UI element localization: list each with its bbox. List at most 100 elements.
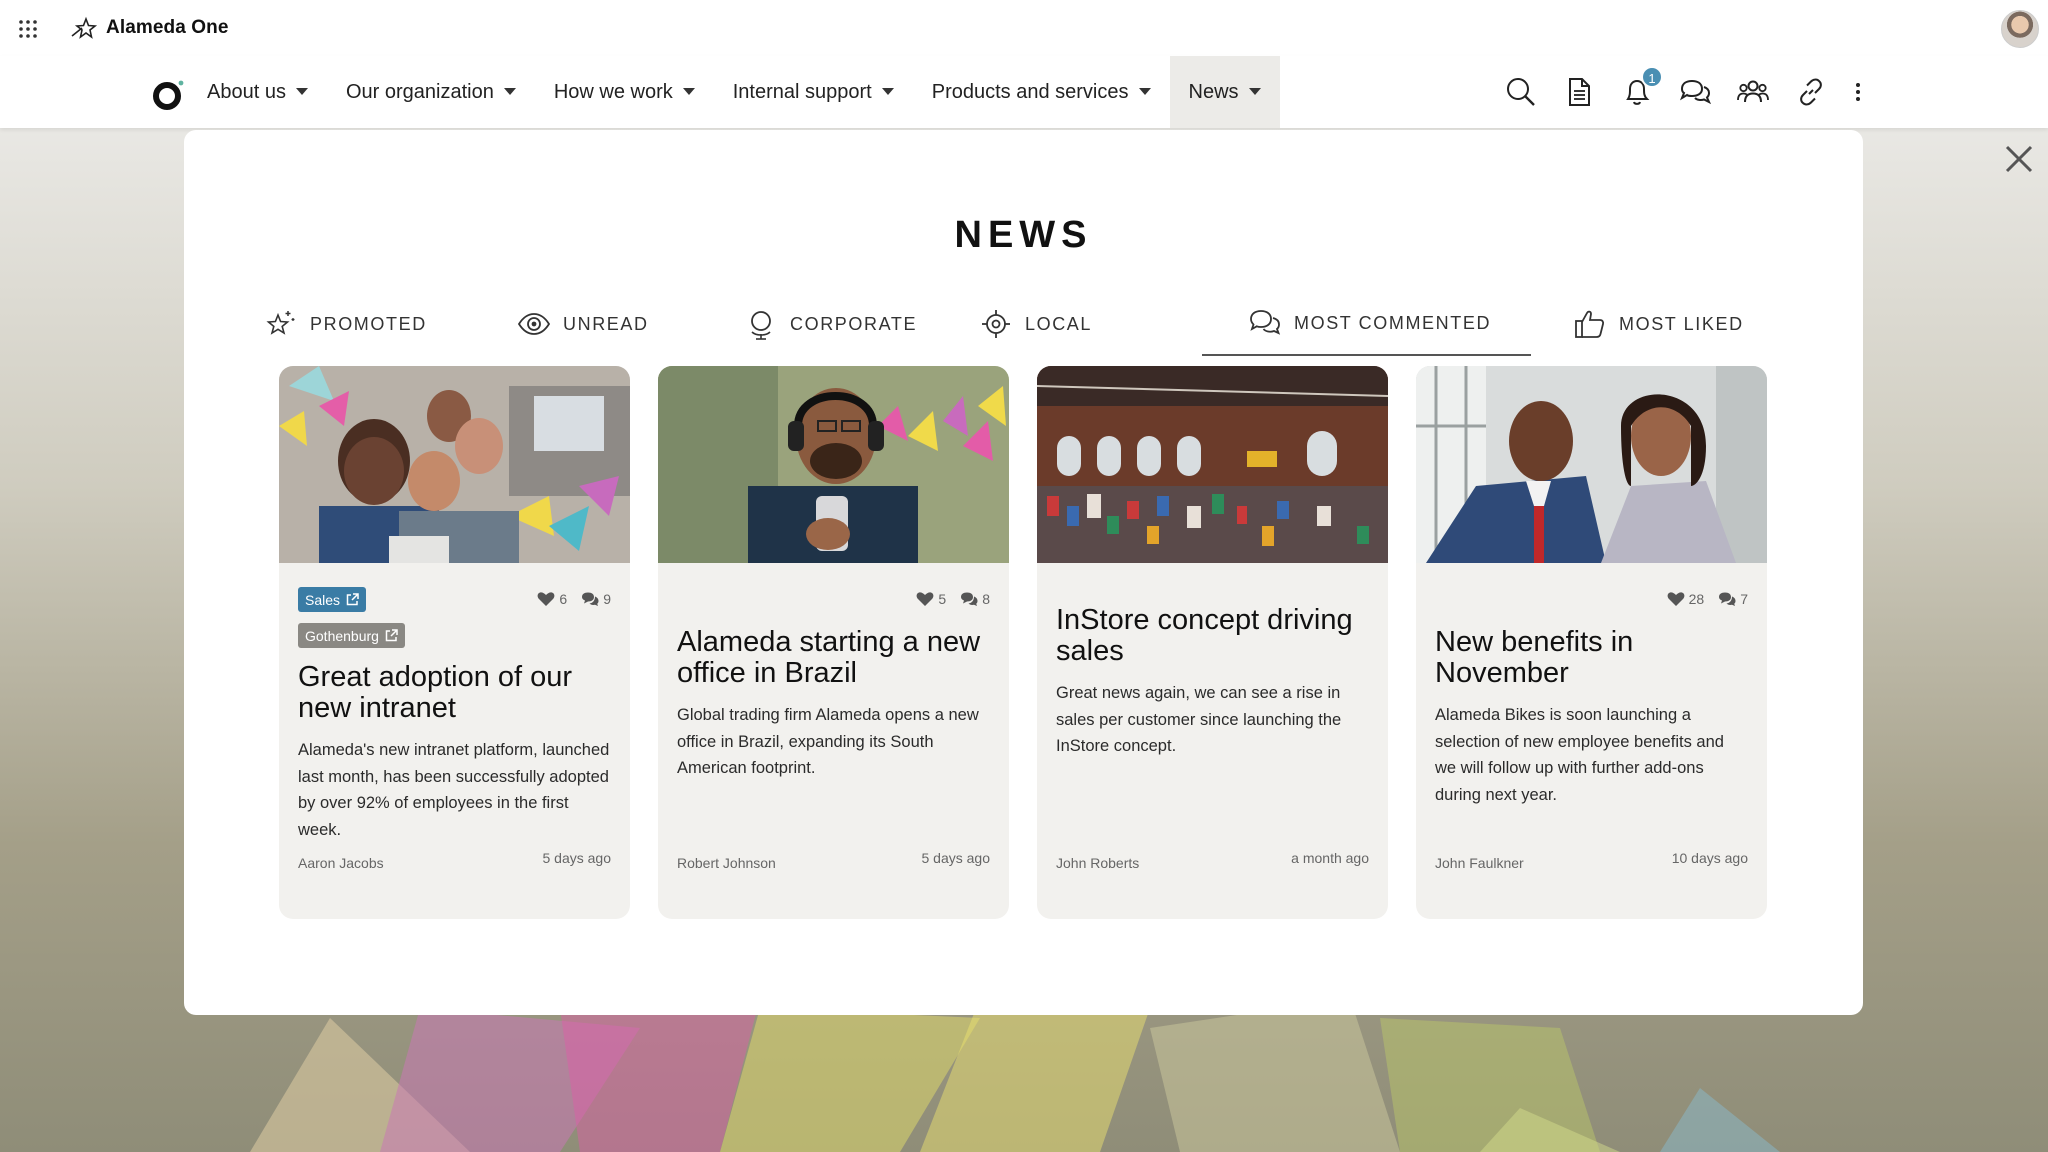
search-button[interactable] bbox=[1505, 76, 1537, 108]
people-icon bbox=[1737, 80, 1769, 103]
heart-icon bbox=[538, 592, 555, 606]
nav-item-label: How we work bbox=[553, 80, 673, 103]
nav-item-label: Products and services bbox=[931, 80, 1129, 103]
app-launcher-icon[interactable] bbox=[18, 19, 38, 39]
nav-item-about-us[interactable]: About us bbox=[188, 56, 327, 128]
globe-icon bbox=[751, 311, 771, 340]
news-card-author: John Roberts bbox=[1056, 855, 1140, 871]
news-card[interactable]: InStore concept driving sales Great news… bbox=[1037, 366, 1388, 919]
tag-gothenburg[interactable]: Gothenburg bbox=[298, 623, 405, 648]
link-icon bbox=[1800, 78, 1822, 106]
notifications-button[interactable]: 1 bbox=[1621, 66, 1663, 108]
notification-badge: 1 bbox=[1641, 66, 1663, 88]
comment-bubbles-icon bbox=[582, 592, 599, 606]
more-vertical-icon bbox=[1856, 83, 1860, 101]
news-card-author: Aaron Jacobs bbox=[298, 855, 384, 871]
more-button[interactable] bbox=[1853, 76, 1867, 108]
main-navigation: About us Our organization How we work In… bbox=[0, 56, 2048, 128]
user-avatar[interactable] bbox=[2001, 10, 2039, 48]
chat-icon bbox=[1679, 79, 1712, 105]
news-card-image bbox=[1416, 366, 1767, 563]
news-card-list: Sales Gothenburg 6 9 Great adoption of o… bbox=[279, 366, 1769, 921]
news-card-author: John Faulkner bbox=[1435, 855, 1524, 871]
tag-sales[interactable]: Sales bbox=[298, 587, 367, 612]
links-button[interactable] bbox=[1795, 76, 1827, 108]
nav-item-our-organization[interactable]: Our organization bbox=[327, 56, 535, 128]
document-icon bbox=[1569, 78, 1590, 106]
nav-item-label: Internal support bbox=[732, 80, 872, 103]
app-name: Alameda One bbox=[106, 17, 229, 38]
news-tabs: PROMOTED UNREAD CORPORATE LOCAL MOST COM… bbox=[264, 292, 1794, 356]
tab-label: PROMOTED bbox=[310, 313, 427, 334]
news-card[interactable]: 28 7 New benefits in November Alameda Bi… bbox=[1416, 366, 1767, 919]
nav-item-internal-support[interactable]: Internal support bbox=[714, 56, 913, 128]
home-logo-icon[interactable] bbox=[152, 78, 186, 112]
nav-item-products-and-services[interactable]: Products and services bbox=[913, 56, 1170, 128]
news-card-date: a month ago bbox=[1291, 850, 1369, 866]
nav-item-news[interactable]: News bbox=[1169, 56, 1280, 128]
likes-count[interactable]: 5 bbox=[916, 591, 946, 607]
news-card-author: Robert Johnson bbox=[677, 855, 776, 871]
card-stats: 6 9 bbox=[537, 591, 611, 607]
comments-icon bbox=[1250, 310, 1281, 335]
top-bar: Alameda One bbox=[0, 0, 2048, 56]
nav-item-label: News bbox=[1188, 80, 1239, 103]
comments-count[interactable]: 9 bbox=[581, 591, 611, 607]
likes-count[interactable]: 6 bbox=[537, 591, 567, 607]
tag-list: Sales Gothenburg bbox=[298, 587, 405, 659]
search-icon bbox=[1507, 78, 1535, 106]
heart-icon bbox=[1667, 592, 1685, 606]
news-card-image bbox=[279, 366, 630, 563]
tab-unread[interactable]: UNREAD bbox=[517, 292, 649, 356]
tab-local[interactable]: LOCAL bbox=[979, 292, 1092, 356]
news-card-title: Alameda starting a new office in Brazil bbox=[677, 626, 981, 689]
heart-icon bbox=[917, 592, 934, 606]
tag-label: Gothenburg bbox=[305, 627, 379, 644]
brand-logo-icon bbox=[71, 16, 98, 39]
comments-count[interactable]: 8 bbox=[960, 591, 990, 607]
news-card[interactable]: 5 8 Alameda starting a new office in Bra… bbox=[658, 366, 1009, 919]
news-panel: NEWS PROMOTED UNREAD CORPORATE LOCAL MOS… bbox=[184, 130, 1863, 1015]
news-card-date: 5 days ago bbox=[921, 850, 991, 866]
news-card[interactable]: Sales Gothenburg 6 9 Great adoption of o… bbox=[279, 366, 630, 919]
news-card-image bbox=[1037, 366, 1388, 563]
nav-item-label: About us bbox=[207, 80, 286, 103]
tab-label: LOCAL bbox=[1025, 313, 1093, 334]
tab-corporate[interactable]: CORPORATE bbox=[744, 292, 917, 356]
news-card-date: 5 days ago bbox=[542, 850, 612, 866]
chevron-down-icon bbox=[1138, 88, 1151, 95]
external-link-icon bbox=[346, 593, 359, 606]
comment-bubbles-icon bbox=[961, 592, 978, 606]
tag-label: Sales bbox=[305, 591, 341, 608]
tab-label: MOST COMMENTED bbox=[1294, 312, 1492, 333]
nav-item-how-we-work[interactable]: How we work bbox=[535, 56, 714, 128]
tab-label: MOST LIKED bbox=[1619, 313, 1744, 334]
chat-button[interactable] bbox=[1679, 76, 1712, 108]
news-card-title: Great adoption of our new intranet bbox=[298, 661, 573, 724]
tab-most-commented[interactable]: MOST COMMENTED bbox=[1202, 292, 1531, 356]
brand[interactable]: Alameda One bbox=[70, 14, 229, 42]
chevron-down-icon bbox=[1248, 88, 1261, 95]
comments-count[interactable]: 7 bbox=[1718, 591, 1748, 607]
tab-label: CORPORATE bbox=[790, 313, 918, 334]
location-target-icon bbox=[982, 310, 1010, 338]
likes-count[interactable]: 28 bbox=[1667, 591, 1704, 607]
news-card-date: 10 days ago bbox=[1671, 850, 1748, 866]
chevron-down-icon bbox=[503, 88, 516, 95]
external-link-icon bbox=[385, 629, 398, 642]
close-icon[interactable] bbox=[2004, 144, 2034, 174]
tab-promoted[interactable]: PROMOTED bbox=[264, 292, 427, 356]
documents-button[interactable] bbox=[1563, 76, 1595, 108]
people-button[interactable] bbox=[1737, 76, 1769, 108]
news-card-excerpt: Alameda Bikes is soon launching a select… bbox=[1435, 706, 1724, 804]
chevron-down-icon bbox=[295, 88, 308, 95]
tab-most-liked[interactable]: MOST LIKED bbox=[1573, 292, 1744, 356]
news-card-title: InStore concept driving sales bbox=[1056, 604, 1353, 667]
card-stats: 5 8 bbox=[916, 591, 990, 607]
news-card-excerpt: Great news again, we can see a rise in s… bbox=[1056, 684, 1342, 755]
eye-icon bbox=[517, 313, 551, 335]
star-sparkle-icon bbox=[266, 311, 295, 335]
nav-item-label: Our organization bbox=[345, 80, 494, 103]
news-card-excerpt: Global trading firm Alameda opens a new … bbox=[677, 706, 979, 777]
thumbs-up-icon bbox=[1575, 310, 1605, 338]
